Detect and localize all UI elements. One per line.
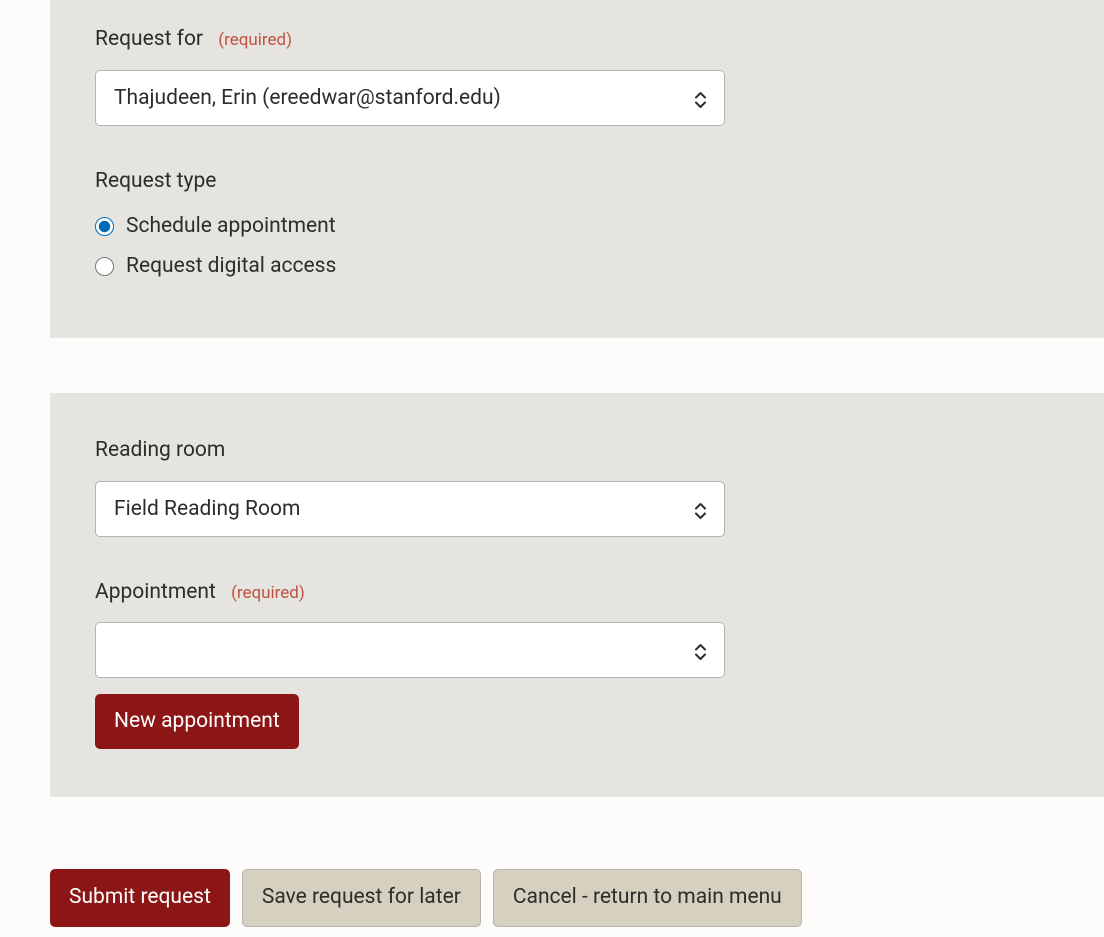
save-for-later-button[interactable]: Save request for later (242, 869, 481, 926)
request-for-label: Request for (required) (95, 0, 1059, 56)
appointment-label: Appointment (required) (95, 565, 1059, 609)
request-info-section: Request for (required) Thajudeen, Erin (… (50, 0, 1104, 338)
request-for-label-text: Request for (95, 27, 203, 51)
required-indicator: (required) (218, 30, 292, 50)
request-for-select[interactable]: Thajudeen, Erin (ereedwar@stanford.edu) (95, 70, 725, 126)
radio-digital-access[interactable] (95, 257, 114, 276)
radio-row-schedule: Schedule appointment (95, 211, 1059, 243)
form-action-buttons: Submit request Save request for later Ca… (50, 869, 1104, 926)
radio-schedule-appointment[interactable] (95, 217, 114, 236)
request-for-select-wrapper: Thajudeen, Erin (ereedwar@stanford.edu) (95, 70, 725, 126)
reading-room-select-wrapper: Field Reading Room (95, 481, 725, 537)
reading-room-label: Reading room (95, 435, 1059, 467)
appointment-label-text: Appointment (95, 580, 216, 604)
radio-schedule-label[interactable]: Schedule appointment (126, 211, 336, 243)
appointment-section: Reading room Field Reading Room Appointm… (50, 393, 1104, 797)
new-appointment-wrapper: New appointment (95, 694, 1059, 749)
request-type-radio-group: Schedule appointment Request digital acc… (95, 211, 1059, 282)
radio-row-digital: Request digital access (95, 251, 1059, 283)
new-appointment-button[interactable]: New appointment (95, 694, 299, 749)
request-type-label: Request type (95, 154, 1059, 198)
reading-room-select[interactable]: Field Reading Room (95, 481, 725, 537)
appointment-select[interactable] (95, 622, 725, 678)
cancel-button[interactable]: Cancel - return to main menu (493, 869, 802, 926)
radio-digital-label[interactable]: Request digital access (126, 251, 336, 283)
appointment-select-wrapper (95, 622, 725, 678)
required-indicator: (required) (231, 583, 305, 603)
submit-request-button[interactable]: Submit request (50, 869, 230, 926)
